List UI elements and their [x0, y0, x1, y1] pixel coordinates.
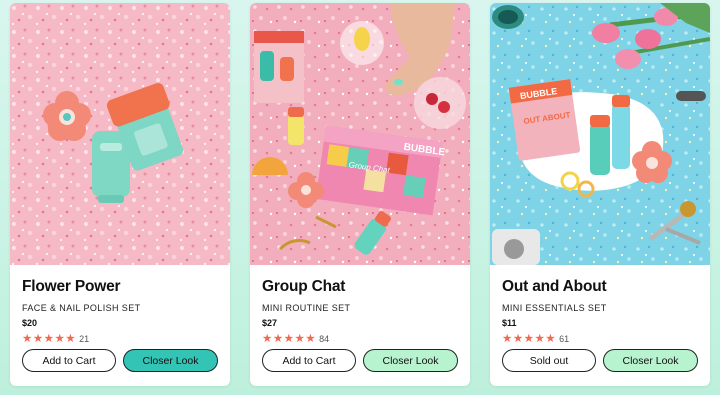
- closer-look-button[interactable]: Closer Look: [123, 349, 218, 372]
- product-image[interactable]: BUBBLE OUT ABOUT: [490, 3, 710, 265]
- rating: ★ ★ ★ ★ ★ 84: [262, 333, 458, 345]
- product-card-flower-power[interactable]: Flower Power FACE & NAIL POLISH SET $20 …: [10, 3, 230, 386]
- star-icon: ★: [32, 333, 44, 345]
- star-icon: ★: [512, 333, 524, 345]
- star-icon: ★: [272, 333, 284, 345]
- closer-look-button[interactable]: Closer Look: [363, 349, 458, 372]
- product-card-group-chat[interactable]: BUBBLE Group Chat Group Chat MINI ROUTIN: [250, 3, 470, 386]
- star-icon: ★: [22, 333, 33, 345]
- star-icon: ★: [43, 333, 54, 345]
- star-icon: ★: [262, 333, 273, 345]
- star-icon: ★: [545, 333, 556, 345]
- product-price: $27: [262, 318, 278, 328]
- star-icon: ★: [534, 333, 545, 345]
- review-count: 84: [319, 334, 330, 344]
- product-price: $11: [502, 318, 517, 328]
- product-subtitle: MINI ESSENTIALS SET: [502, 303, 607, 313]
- review-count: 61: [559, 334, 570, 344]
- product-price: $20: [22, 318, 38, 328]
- star-icon: ★: [294, 333, 305, 345]
- product-subtitle: FACE & NAIL POLISH SET: [22, 303, 141, 313]
- review-count: 21: [79, 334, 90, 344]
- product-image[interactable]: [10, 3, 230, 265]
- star-icon: ★: [65, 333, 76, 345]
- rating: ★ ★ ★ ★ ★ 61: [502, 333, 698, 345]
- closer-look-button[interactable]: Closer Look: [603, 349, 698, 372]
- star-icon: ★: [283, 333, 294, 345]
- product-title[interactable]: Group Chat: [262, 278, 458, 296]
- star-icon: ★: [305, 333, 316, 345]
- add-to-cart-button[interactable]: Add to Cart: [262, 349, 356, 372]
- product-subtitle: MINI ROUTINE SET: [262, 303, 351, 313]
- product-image[interactable]: BUBBLE Group Chat: [250, 3, 470, 265]
- rating: ★ ★ ★ ★ ★ 21: [22, 333, 218, 345]
- product-card-out-and-about[interactable]: BUBBLE OUT ABOUT Out and About MINI ESSE…: [490, 3, 710, 386]
- sold-out-button[interactable]: Sold out: [502, 349, 596, 372]
- product-title[interactable]: Out and About: [502, 278, 698, 296]
- star-icon: ★: [502, 333, 513, 345]
- add-to-cart-button[interactable]: Add to Cart: [22, 349, 116, 372]
- star-icon: ★: [54, 333, 65, 345]
- star-icon: ★: [523, 333, 534, 345]
- product-title[interactable]: Flower Power: [22, 278, 218, 296]
